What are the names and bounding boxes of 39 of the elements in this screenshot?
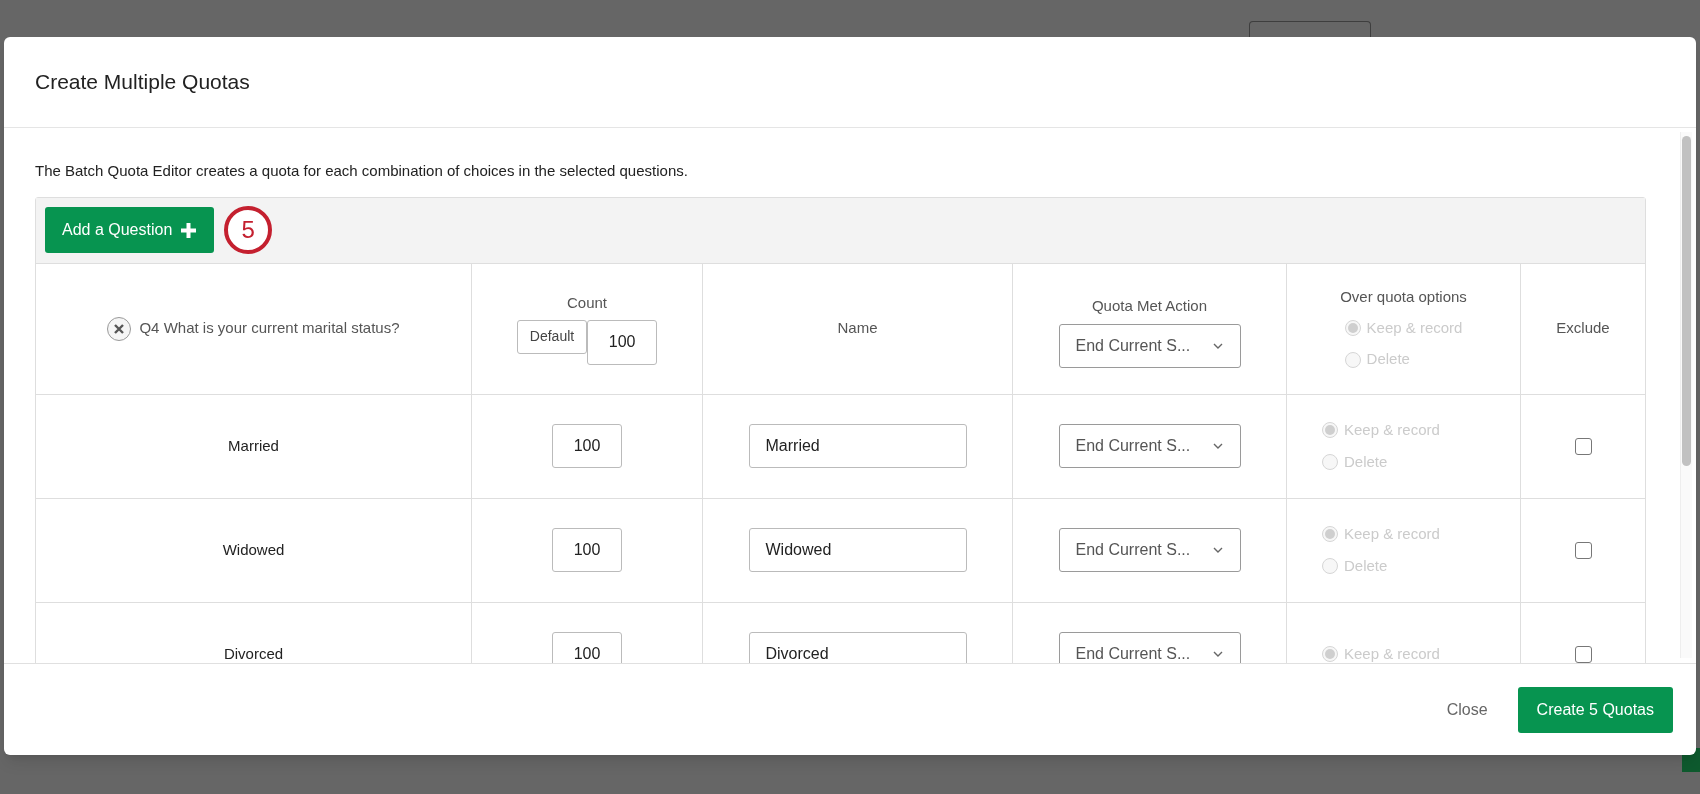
count-input[interactable]: 100 bbox=[552, 632, 622, 663]
description-text: The Batch Quota Editor creates a quota for each combination of choices in the selected questions. bbox=[35, 161, 689, 181]
close-icon bbox=[114, 323, 125, 334]
scrollbar-thumb[interactable] bbox=[1682, 136, 1691, 466]
close-button[interactable]: Close bbox=[1440, 689, 1494, 730]
column-header: Count bbox=[567, 293, 607, 314]
chevron-down-icon bbox=[1211, 442, 1224, 450]
exclude-checkbox[interactable] bbox=[1574, 437, 1592, 455]
action-dropdown[interactable]: End Current S... bbox=[1058, 528, 1241, 572]
dialog-title: Create Multiple Quotas bbox=[35, 69, 250, 96]
name-input[interactable]: Widowed bbox=[748, 528, 967, 572]
name-input[interactable]: Married bbox=[748, 424, 967, 468]
count-input[interactable]: 100 bbox=[552, 424, 622, 468]
step-callout: 5 bbox=[224, 206, 273, 254]
column-header: Quota Met Action bbox=[1091, 296, 1208, 317]
action-dropdown[interactable]: End Current S... bbox=[1058, 632, 1241, 663]
chevron-down-icon bbox=[1211, 650, 1224, 658]
exclude-checkbox[interactable] bbox=[1574, 645, 1592, 663]
question-label: Q4 What is your current marital status? bbox=[139, 318, 400, 339]
exclude-checkbox[interactable] bbox=[1574, 541, 1592, 559]
create-quotas-button[interactable]: Create 5 Quotas bbox=[1517, 686, 1673, 733]
count-input[interactable]: 100 bbox=[587, 319, 658, 365]
default-button[interactable]: Default bbox=[516, 319, 588, 354]
chevron-down-icon bbox=[1211, 546, 1224, 554]
action-dropdown[interactable]: End Current S... bbox=[1058, 323, 1241, 368]
column-header: Exclude bbox=[1556, 318, 1610, 339]
column-header: Name bbox=[837, 318, 878, 339]
name-input[interactable]: Divorced bbox=[748, 632, 967, 663]
chevron-down-icon bbox=[1211, 341, 1224, 350]
count-input[interactable]: 100 bbox=[552, 528, 622, 572]
scrollbar[interactable] bbox=[1680, 132, 1692, 658]
remove-question-button[interactable] bbox=[107, 316, 132, 341]
add-question-button[interactable]: Add a Question bbox=[45, 207, 215, 253]
action-dropdown[interactable]: End Current S... bbox=[1058, 424, 1241, 468]
plus-icon bbox=[180, 221, 198, 239]
column-header: Over quota options bbox=[1340, 287, 1467, 308]
choice-label: Divorced bbox=[223, 643, 284, 663]
choice-label: Married bbox=[228, 435, 279, 456]
choice-label: Widowed bbox=[222, 539, 285, 560]
